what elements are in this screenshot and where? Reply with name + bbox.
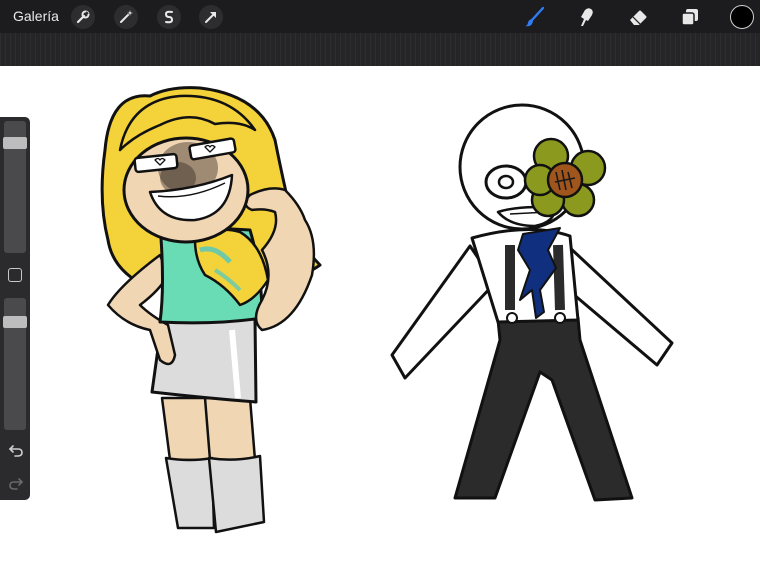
top-toolbar: Galería: [0, 0, 760, 33]
modify-square-icon[interactable]: [8, 268, 22, 282]
skull-flower: [523, 137, 607, 218]
gallery-button[interactable]: Galería: [13, 8, 59, 24]
color-picker-swatch[interactable]: [730, 5, 754, 29]
girl-left-eye: [133, 152, 179, 174]
undo-icon[interactable]: [8, 442, 24, 458]
opacity-thumb[interactable]: [3, 316, 27, 328]
drawing-canvas[interactable]: [0, 66, 760, 570]
girl-socks: [164, 456, 216, 530]
toolbar-secondary-strip: [0, 33, 760, 66]
smudge-icon: [581, 8, 593, 26]
actions-button[interactable]: [71, 5, 95, 29]
left-sidebar: [0, 117, 30, 500]
magic-wand-icon: [120, 10, 133, 23]
transform-arrow-icon: [205, 12, 216, 23]
eraser-icon: [630, 10, 647, 26]
skull-pants: [453, 316, 634, 502]
adjustments-button[interactable]: [114, 5, 138, 29]
layers-button[interactable]: [677, 4, 703, 30]
redo-icon[interactable]: [8, 475, 24, 491]
selection-button[interactable]: [157, 5, 181, 29]
selection-s-icon: [164, 10, 174, 24]
brush-tool-button[interactable]: [521, 4, 547, 30]
layers-icon: [681, 9, 698, 26]
brush-icon: [525, 6, 545, 27]
girl-legs: [160, 396, 257, 462]
transform-button[interactable]: [199, 5, 223, 29]
smudge-tool-button[interactable]: [573, 4, 599, 30]
skull-character: [390, 103, 674, 502]
wrench-icon: [76, 10, 90, 24]
girl-character: [100, 86, 322, 534]
eraser-tool-button[interactable]: [625, 4, 651, 30]
brush-size-thumb[interactable]: [3, 137, 27, 149]
